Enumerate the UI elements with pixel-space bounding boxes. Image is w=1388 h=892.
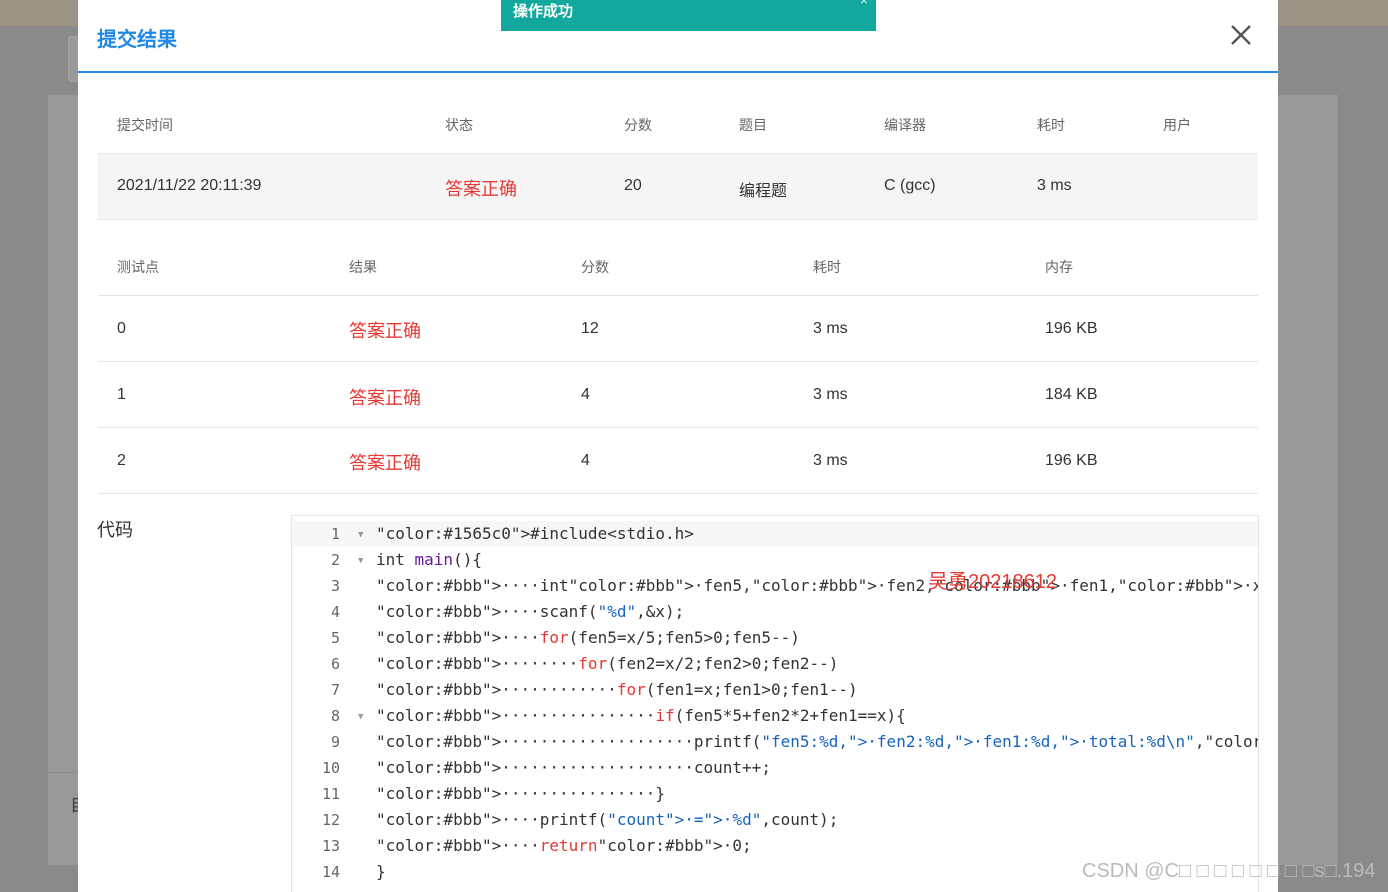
table-row: 2 答案正确 4 3 ms 196 KB: [98, 428, 1258, 494]
submit-compiler: C (gcc): [884, 177, 936, 194]
line-number: 7: [330, 681, 340, 699]
code-line: 11 "color:#bbb">················}: [292, 781, 1258, 807]
testcase-time: 3 ms: [813, 386, 848, 403]
testcase-result: 答案正确: [349, 321, 421, 341]
close-icon[interactable]: [1228, 22, 1254, 48]
line-number: 1: [330, 525, 340, 543]
watermark-text: 吴勇20218612: [928, 571, 1057, 593]
code-text: "color:#bbb">········for(fen2=x/2;fen2>0…: [376, 654, 839, 673]
table-row: 1 答案正确 4 3 ms 184 KB: [98, 362, 1258, 428]
testcase-id: 2: [117, 452, 126, 469]
line-number: 8: [330, 707, 340, 725]
code-text: "color:#bbb">····scanf("%d",&x);: [376, 602, 685, 621]
fold-arrow-icon[interactable]: ▼: [358, 704, 363, 730]
line-number: 12: [321, 811, 340, 829]
code-text: "color:#1565c0">#include<stdio.h>: [376, 524, 694, 543]
col-tc-score: 分数: [581, 259, 609, 275]
col-compiler: 编译器: [884, 117, 926, 133]
col-time: 耗时: [1037, 117, 1065, 133]
line-number: 3: [330, 577, 340, 595]
code-line: 10 "color:#bbb">····················count…: [292, 755, 1258, 781]
col-score: 分数: [624, 117, 652, 133]
submit-time: 2021/11/22 20:11:39: [117, 177, 262, 194]
code-line: 5 "color:#bbb">····for(fen5=x/5;fen5>0;fe…: [292, 625, 1258, 651]
testcase-id: 0: [117, 320, 126, 337]
code-text: "color:#bbb">····················count++…: [376, 758, 771, 777]
testcase-score: 4: [581, 386, 590, 403]
code-text: "color:#bbb">····················printf(…: [376, 732, 1259, 751]
submission-header-row: 提交时间 状态 分数 题目 编译器 耗时 用户: [98, 100, 1258, 153]
col-memory: 内存: [1045, 259, 1073, 275]
col-user: 用户: [1163, 117, 1191, 133]
code-line: 7 "color:#bbb">············for(fen1=x;fen…: [292, 677, 1258, 703]
code-text: "color:#bbb">····return"color:#bbb">·0;: [376, 836, 752, 855]
col-problem: 题目: [739, 117, 767, 133]
code-line: 1 ▼ "color:#1565c0">#include<stdio.h>: [292, 521, 1258, 547]
testcase-memory: 196 KB: [1045, 452, 1098, 469]
code-text: "color:#bbb">····for(fen5=x/5;fen5>0;fen…: [376, 628, 800, 647]
submission-result-modal: 提交结果 提交时间 状态 分数 题目 编译器 耗时 用户 2021/11/22 …: [78, 0, 1278, 892]
code-text: int main(){: [376, 550, 482, 569]
code-label: 代码: [97, 520, 133, 540]
code-line: 13 "color:#bbb">····return"color:#bbb">·0…: [292, 833, 1258, 859]
code-line: 9 "color:#bbb">····················printf…: [292, 729, 1258, 755]
code-line: 8 ▼ "color:#bbb">················if(fen5*5…: [292, 703, 1258, 729]
submit-time-used: 3 ms: [1037, 177, 1072, 194]
testcase-time: 3 ms: [813, 452, 848, 469]
table-row: 0 答案正确 12 3 ms 196 KB: [98, 296, 1258, 362]
line-number: 9: [330, 733, 340, 751]
testcase-result: 答案正确: [349, 388, 421, 408]
toast-message: 操作成功: [513, 3, 574, 20]
submission-row: 2021/11/22 20:11:39 答案正确 20 编程题 C (gcc) …: [98, 153, 1258, 220]
modal-title: 提交结果: [97, 29, 177, 51]
code-text: "color:#bbb">····printf("count">·=">·%d"…: [376, 810, 839, 829]
testcase-score: 12: [581, 320, 599, 337]
code-line: 4 "color:#bbb">····scanf("%d",&x);: [292, 599, 1258, 625]
submit-score: 20: [624, 177, 642, 194]
col-result: 结果: [349, 259, 377, 275]
code-line: 3 "color:#bbb">····int"color:#bbb">·fen5,…: [292, 573, 1258, 599]
col-status: 状态: [445, 117, 473, 133]
line-number: 10: [321, 759, 340, 777]
toast-close-icon[interactable]: ×: [860, 0, 868, 8]
line-number: 5: [330, 629, 340, 647]
testcase-id: 1: [117, 386, 126, 403]
submission-table: 提交时间 状态 分数 题目 编译器 耗时 用户 2021/11/22 20:11…: [98, 100, 1258, 220]
testcase-memory: 196 KB: [1045, 320, 1098, 337]
testcase-score: 4: [581, 452, 590, 469]
line-number: 2: [330, 551, 340, 569]
code-text: "color:#bbb">················if(fen5*5+f…: [376, 706, 906, 725]
code-text: "color:#bbb">················}: [376, 784, 665, 803]
line-number: 6: [330, 655, 340, 673]
code-line: 12 "color:#bbb">····printf("count">·=">·%…: [292, 807, 1258, 833]
code-text: }: [376, 862, 386, 881]
code-line: 6 "color:#bbb">········for(fen2=x/2;fen2>…: [292, 651, 1258, 677]
testcase-table: 测试点 结果 分数 耗时 内存 0 答案正确 12 3 ms 196 KB 1 …: [98, 230, 1258, 495]
line-number: 14: [321, 863, 340, 881]
submit-status: 答案正确: [445, 179, 517, 199]
code-text: "color:#bbb">············for(fen1=x;fen1…: [376, 680, 858, 699]
code-text: "color:#bbb">····int"color:#bbb">·fen5,"…: [376, 576, 1258, 595]
success-toast: 操作成功 ×: [501, 0, 876, 31]
submit-problem: 编程题: [739, 183, 788, 200]
testcase-header-row: 测试点 结果 分数 耗时 内存: [98, 230, 1258, 296]
line-number: 13: [321, 837, 340, 855]
testcase-result: 答案正确: [349, 453, 421, 473]
testcase-memory: 184 KB: [1045, 386, 1098, 403]
line-number: 4: [330, 603, 340, 621]
fold-arrow-icon[interactable]: ▼: [358, 522, 363, 548]
csdn-watermark: CSDN @C□ □ □ □ □ □ □ □s□.194: [1082, 860, 1376, 882]
line-number: 11: [321, 785, 340, 803]
fold-arrow-icon[interactable]: ▼: [358, 548, 363, 574]
col-tc-time: 耗时: [813, 259, 841, 275]
col-submit-time: 提交时间: [117, 117, 173, 133]
code-editor[interactable]: 1 ▼ "color:#1565c0">#include<stdio.h> 2 ▼ int…: [291, 515, 1259, 892]
testcase-time: 3 ms: [813, 320, 848, 337]
code-line: 2 ▼ int main(){: [292, 547, 1258, 573]
col-testcase: 测试点: [117, 259, 159, 275]
